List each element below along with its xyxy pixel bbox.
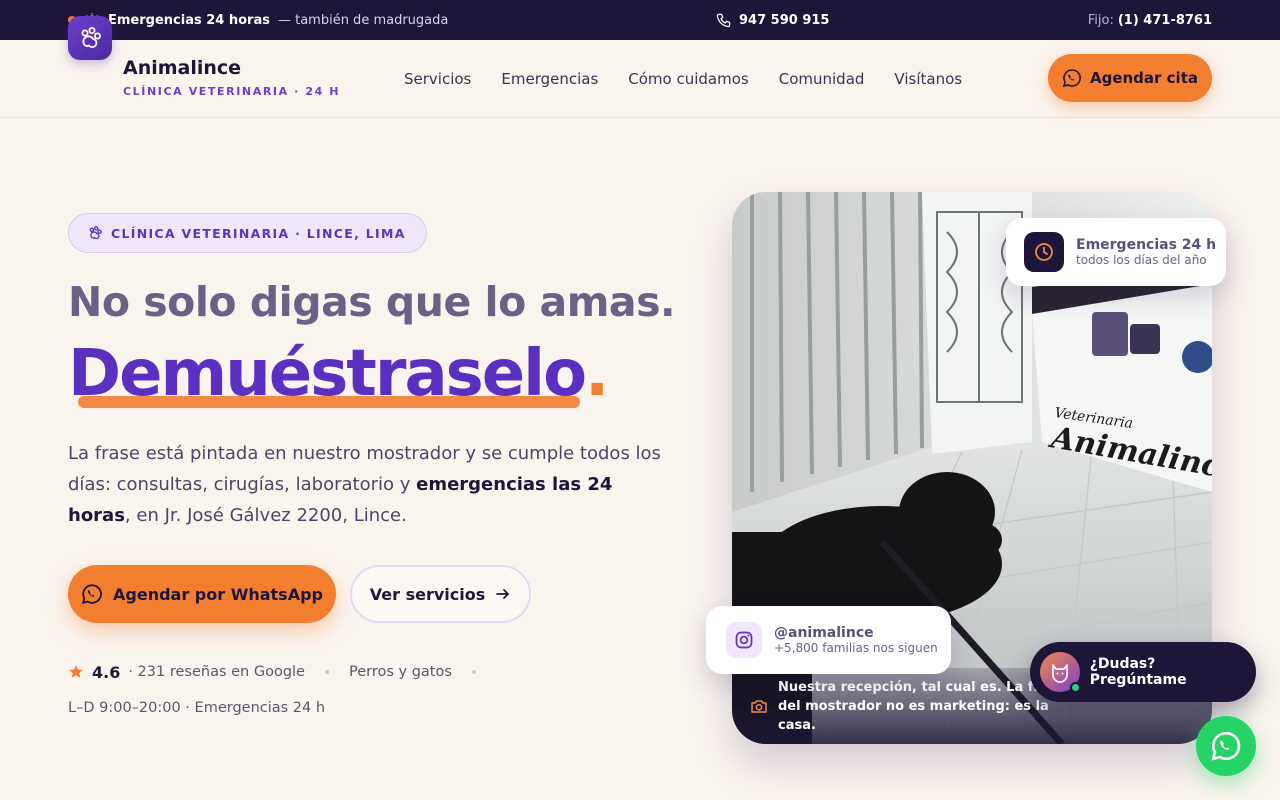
cat-avatar-icon: [1040, 652, 1081, 693]
paw-icon: [89, 226, 102, 240]
hero-lead: La frase está pintada en nuestro mostrad…: [68, 438, 668, 531]
whatsapp-icon: [1211, 731, 1241, 761]
arrow-right-icon: [496, 589, 510, 599]
headline-word: Demuéstraselo: [68, 337, 587, 411]
headline-line-1: No solo digas que lo amas.: [68, 278, 676, 326]
emergency-sub: — también de madrugada: [277, 12, 449, 28]
paw-icon: [81, 27, 101, 49]
emergency-card-sub: todos los días del año: [1076, 253, 1207, 267]
whatsapp-icon: [1062, 69, 1081, 88]
landline-link[interactable]: Fijo: (1) 471-8761: [1088, 0, 1212, 40]
logo[interactable]: [68, 16, 112, 60]
emergency-label: Emergencias 24 horas: [108, 12, 270, 28]
brand-tagline: CLÍNICA VETERINARIA · 24 H: [123, 85, 341, 98]
star-icon: [69, 665, 83, 678]
whatsapp-schedule-label: Agendar por WhatsApp: [113, 584, 323, 604]
schedule-appointment-label: Agendar cita: [1089, 69, 1198, 87]
phone-icon: [716, 13, 731, 27]
hours-text: L–D 9:00–20:00 · Emergencias 24 h: [68, 700, 326, 716]
instagram-followers: +5,800 familias nos siguen: [774, 641, 938, 655]
brand-name[interactable]: Animalince: [123, 57, 241, 79]
nav-comunidad[interactable]: Comunidad: [779, 70, 865, 88]
rating-value: 4.6: [92, 662, 121, 682]
view-services-label: Ver servicios: [369, 584, 486, 604]
whatsapp-schedule-button[interactable]: Agendar por WhatsApp: [68, 565, 336, 623]
landline-label: Fijo:: [1087, 12, 1114, 28]
instagram-handle: @animalince: [774, 625, 874, 641]
whatsapp-float-button[interactable]: [1196, 716, 1256, 776]
headline-period: .: [585, 337, 609, 411]
headline-line-2: Demuéstraselo.: [68, 334, 609, 414]
emergency-notice: Emergencias 24 horas — también de madrug…: [68, 0, 448, 40]
view-services-button[interactable]: Ver servicios: [350, 565, 531, 623]
separator-dot: [324, 670, 329, 674]
nav-emergencias[interactable]: Emergencias: [501, 70, 598, 88]
schedule-appointment-button[interactable]: Agendar cita: [1048, 54, 1212, 102]
nav-como-cuidamos[interactable]: Cómo cuidamos: [628, 70, 748, 88]
chat-assistant-button[interactable]: ¿Dudas? Pregúntame: [1030, 642, 1256, 702]
phone-link[interactable]: 947 590 915: [716, 0, 829, 40]
instagram-card[interactable]: @animalince +5,800 familias nos siguen: [706, 606, 951, 674]
main-nav: Servicios Emergencias Cómo cuidamos Comu…: [404, 40, 962, 118]
location-pill-label: CLÍNICA VETERINARIA · LINCE, LIMA: [111, 225, 406, 241]
online-indicator: [1069, 682, 1081, 693]
photo-caption-text: Nuestra recepción, tal cual es. La frase…: [778, 679, 1066, 733]
location-pill: CLÍNICA VETERINARIA · LINCE, LIMA: [68, 213, 427, 253]
pets-text: Perros y gatos: [348, 664, 452, 680]
rating-text[interactable]: · 231 reseñas en Google: [128, 664, 305, 680]
chat-label: ¿Dudas? Pregúntame: [1089, 656, 1187, 688]
instagram-icon: [726, 622, 762, 658]
whatsapp-icon: [81, 584, 102, 605]
emergency-card-title: Emergencias 24 h: [1076, 237, 1217, 253]
emergency-card: Emergencias 24 h todos los días del año: [1006, 218, 1226, 286]
top-bar: Emergencias 24 horas — también de madrug…: [0, 0, 1280, 40]
phone-number: 947 590 915: [739, 12, 830, 28]
lead-text-2: , en Jr. José Gálvez 2200, Lince.: [124, 505, 407, 526]
rating-row: 4.6 · 231 reseñas en Google Perros y gat…: [68, 662, 488, 682]
nav-visitanos[interactable]: Visítanos: [894, 70, 962, 88]
nav-servicios[interactable]: Servicios: [404, 70, 471, 88]
separator-dot: [471, 670, 476, 674]
camera-icon: [751, 700, 767, 713]
landline-number: (1) 471-8761: [1117, 12, 1212, 28]
clock-icon: [1024, 232, 1064, 272]
